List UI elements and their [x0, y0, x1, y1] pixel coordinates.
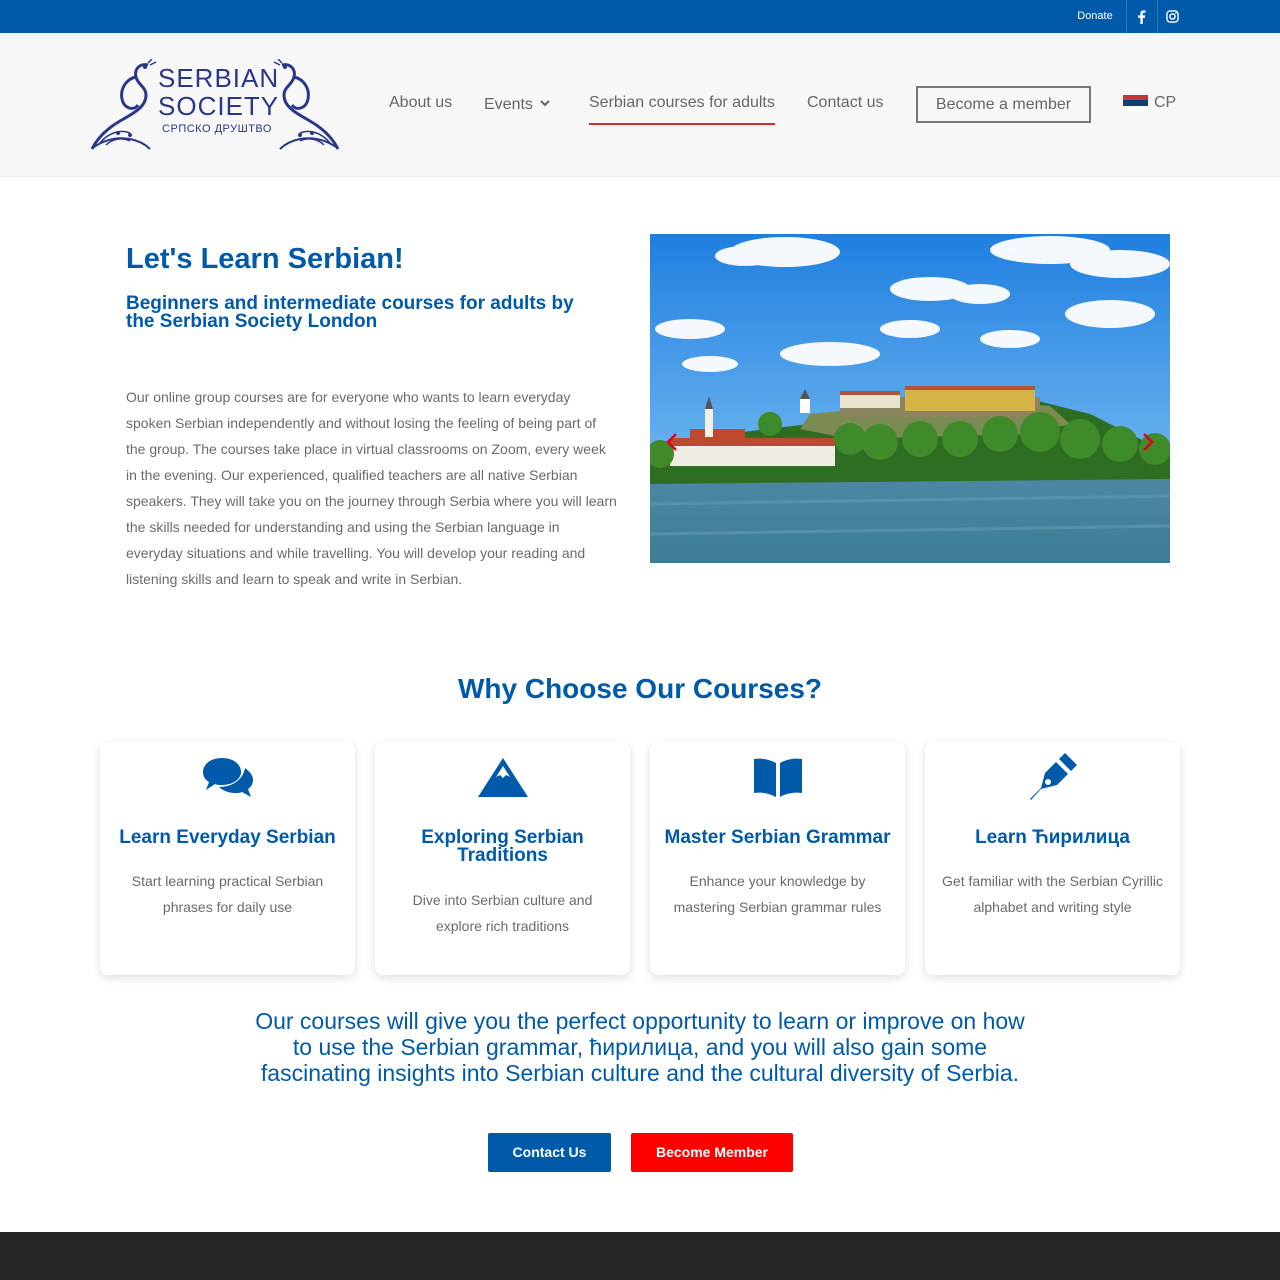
nav-serbian-courses[interactable]: Serbian courses for adults	[589, 93, 775, 125]
facebook-link[interactable]	[1126, 0, 1156, 33]
language-switcher[interactable]: CP	[1123, 93, 1176, 113]
site-header: SERBIAN SOCIETY СРПСКО ДРУШТВО About us …	[0, 33, 1280, 177]
serbian-flag-icon	[1123, 94, 1148, 112]
feature-text: Enhance your knowledge by mastering Serb…	[673, 873, 882, 915]
donate-link[interactable]: Donate	[1064, 0, 1126, 33]
logo-line-3: СРПСКО ДРУШТВО	[162, 123, 272, 135]
top-bar: Donate	[0, 0, 1280, 33]
instagram-link[interactable]	[1157, 0, 1187, 33]
become-member-button[interactable]: Become Member	[631, 1133, 793, 1172]
contact-us-button[interactable]: Contact Us	[488, 1133, 611, 1172]
feature-text: Dive into Serbian culture and explore ri…	[412, 892, 593, 934]
instagram-icon	[1166, 10, 1179, 23]
peacock-right-icon	[273, 59, 340, 150]
feature-text: Start learning practical Serbian phrases…	[131, 873, 324, 915]
feature-card-everyday: Learn Everyday Serbian Start learning pr…	[100, 742, 355, 975]
mountain-icon	[375, 750, 630, 804]
logo-line-1: SERBIAN	[158, 63, 280, 93]
feature-title: Exploring Serbian Traditions	[421, 827, 584, 866]
facebook-icon	[1138, 9, 1146, 24]
chat-bubbles-icon	[100, 750, 355, 804]
feature-card-cyrillic: Learn Ћирилица Get familiar with the Ser…	[925, 742, 1180, 975]
feature-text: Get familiar with the Serbian Cyrillic a…	[942, 873, 1163, 915]
nav-events-label: Events	[484, 96, 533, 113]
nav-about-us[interactable]: About us	[389, 93, 452, 117]
slider-next-arrow[interactable]	[1136, 430, 1160, 454]
pen-nib-icon	[925, 750, 1180, 804]
feature-card-traditions: Exploring Serbian Traditions Dive into S…	[375, 742, 630, 975]
logo-line-2: SOCIETY	[158, 91, 280, 121]
site-logo[interactable]: SERBIAN SOCIETY СРПСКО ДРУШТВО	[90, 59, 340, 151]
hero-subtitle: Beginners and intermediate courses for a…	[126, 293, 574, 332]
slider-prev-arrow[interactable]	[660, 430, 684, 454]
nav-events[interactable]: Events	[484, 93, 550, 117]
why-section-title: Why Choose Our Courses?	[457, 673, 823, 704]
chevron-left-icon	[666, 433, 677, 451]
open-book-icon	[650, 750, 905, 804]
feature-title: Learn Everyday Serbian	[119, 827, 336, 848]
nav-contact-us[interactable]: Contact us	[807, 93, 883, 117]
feature-title: Master Serbian Grammar	[664, 827, 891, 848]
become-a-member-button[interactable]: Become a member	[916, 86, 1091, 123]
language-label: CP	[1154, 94, 1177, 111]
feature-title: Learn Ћирилица	[975, 827, 1130, 848]
closing-statement: Our courses will give you the perfect op…	[255, 1008, 1025, 1086]
image-slider[interactable]	[650, 234, 1170, 563]
chevron-right-icon	[1143, 433, 1154, 451]
chevron-down-icon	[540, 93, 550, 113]
hero-title: Let's Learn Serbian!	[126, 243, 404, 275]
peacock-left-icon	[90, 59, 157, 150]
hero-description: Our online group courses are for everyon…	[126, 389, 617, 587]
feature-card-grammar: Master Serbian Grammar Enhance your know…	[650, 742, 905, 975]
site-footer	[0, 1232, 1280, 1280]
fortress-landscape-image	[650, 234, 1170, 563]
